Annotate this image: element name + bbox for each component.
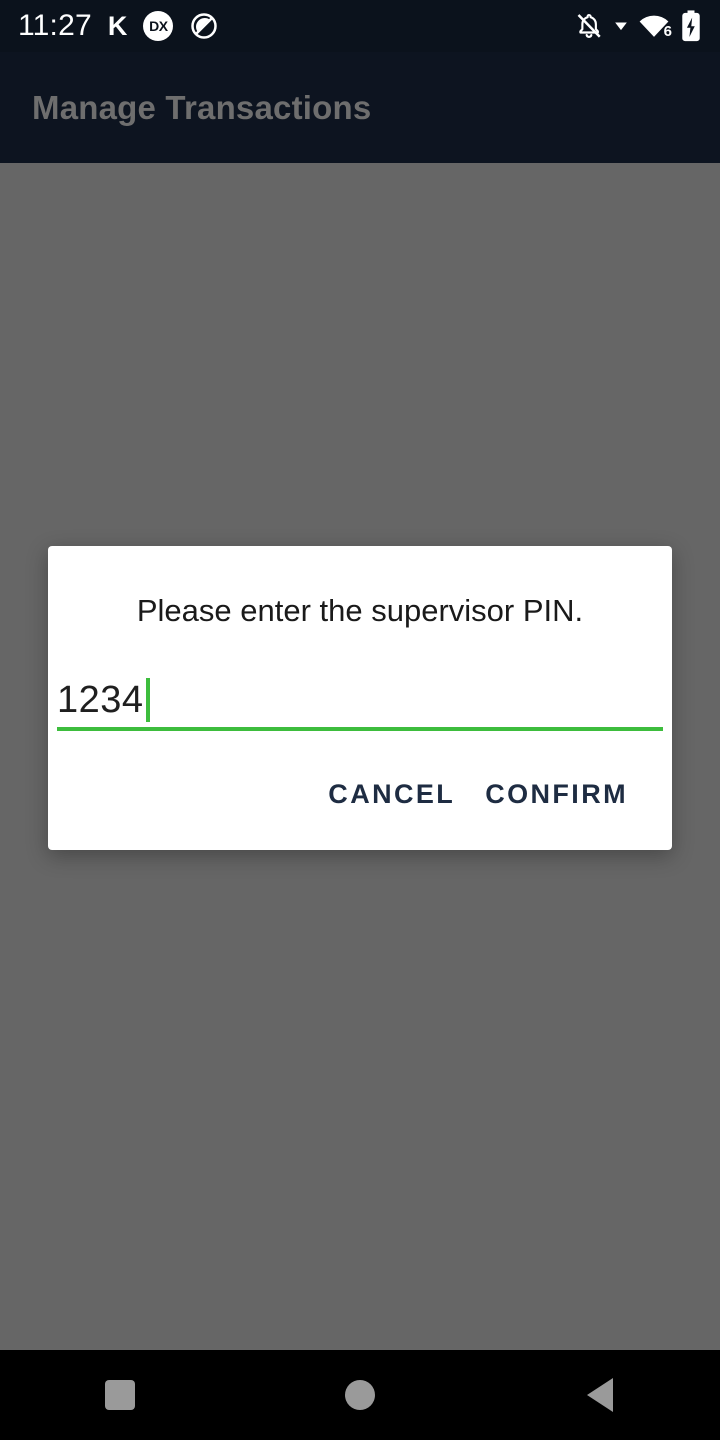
home-circle-icon — [345, 1380, 375, 1410]
text-cursor-caret — [145, 678, 150, 723]
k-app-icon-label: K — [107, 10, 128, 41]
page-title: Manage Transactions — [32, 88, 372, 126]
pin-input-row[interactable]: 1234 — [57, 663, 663, 723]
pin-input-field[interactable]: 1234 — [57, 663, 663, 732]
dx-app-badge-icon-label: DX — [143, 11, 174, 41]
confirm-button[interactable]: CONFIRM — [477, 769, 636, 820]
recents-square-icon — [105, 1380, 135, 1410]
back-button[interactable] — [540, 1350, 660, 1440]
app-bar: Manage Transactions — [0, 52, 720, 163]
dialog-action-row: CANCEL CONFIRM — [48, 731, 672, 850]
pin-input-value[interactable]: 1234 — [57, 681, 144, 719]
dropdown-triangle-icon — [614, 19, 628, 33]
k-app-icon: K — [107, 10, 128, 41]
status-bar: 11:27 K DX 6 — [0, 0, 720, 52]
do-not-disturb-icon — [189, 11, 219, 41]
system-navigation-bar — [0, 1350, 720, 1440]
wifi-icon: 6 — [638, 12, 672, 40]
battery-charging-icon — [680, 10, 702, 42]
status-bar-clock: 11:27 — [18, 9, 92, 42]
pin-input-underline — [57, 727, 663, 732]
wifi-generation-label: 6 — [663, 23, 672, 40]
phone-screen: 11:27 K DX 6 Manage Transactions Please … — [0, 0, 720, 1440]
home-button[interactable] — [300, 1350, 420, 1440]
status-bar-right-group: 6 — [574, 10, 702, 42]
back-triangle-icon — [587, 1378, 613, 1412]
recents-button[interactable] — [60, 1350, 180, 1440]
status-bar-left-group: 11:27 K DX — [18, 11, 219, 41]
cancel-button[interactable]: CANCEL — [320, 769, 463, 820]
supervisor-pin-dialog: Please enter the supervisor PIN. 1234 CA… — [48, 546, 672, 851]
dialog-title: Please enter the supervisor PIN. — [136, 593, 584, 628]
notifications-silenced-icon — [574, 11, 604, 41]
dx-app-badge-icon: DX — [143, 11, 174, 41]
